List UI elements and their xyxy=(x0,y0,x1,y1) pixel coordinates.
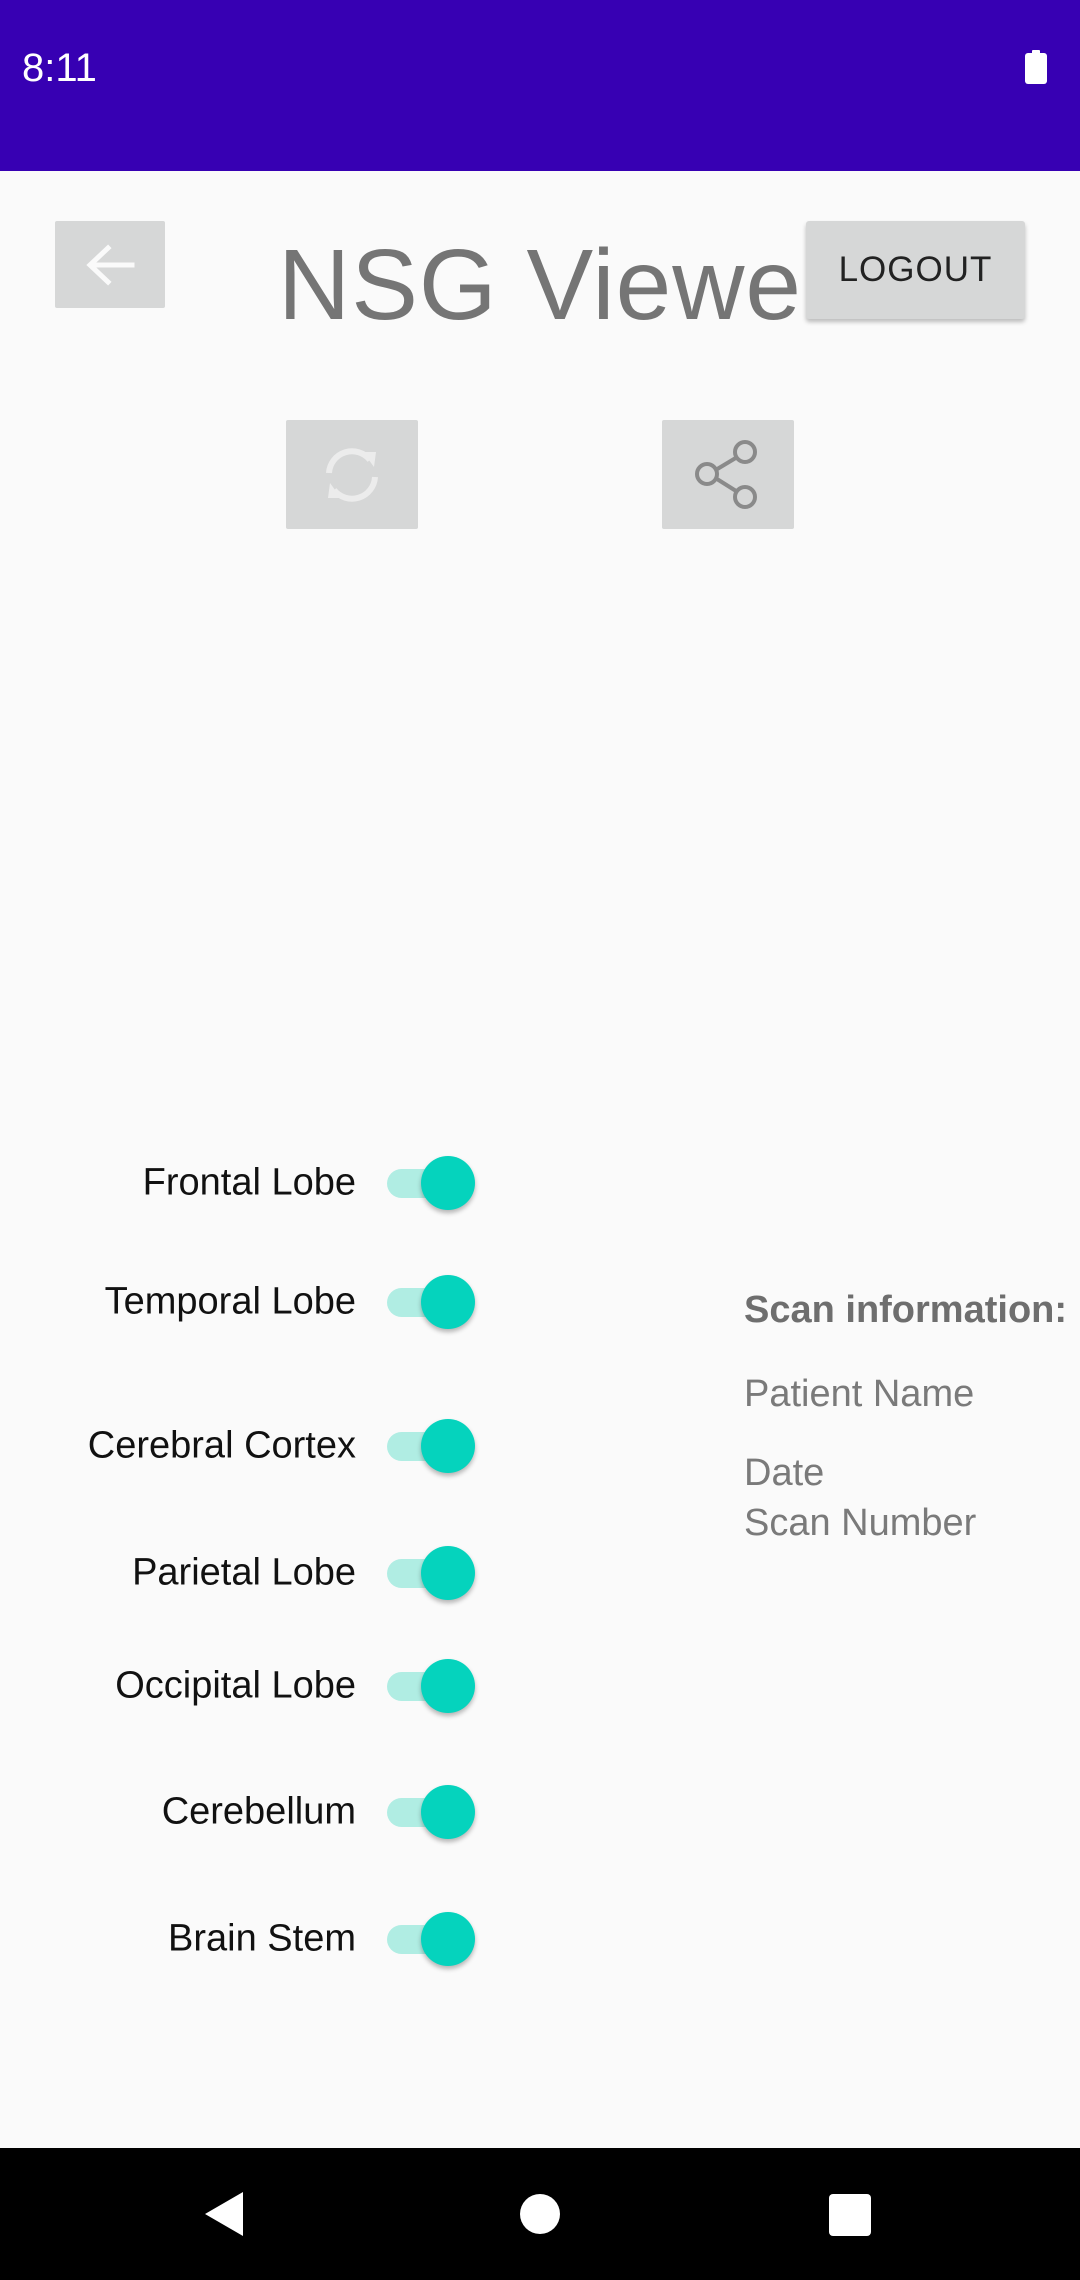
toggle-label: Parietal Lobe xyxy=(132,1551,356,1594)
toggle-row-occipital-lobe: Occipital Lobe xyxy=(0,1651,500,1721)
refresh-icon xyxy=(326,447,378,502)
occipital-lobe-switch[interactable] xyxy=(385,1658,477,1714)
toggle-row-cerebellum: Cerebellum xyxy=(0,1777,500,1847)
brain-stem-switch[interactable] xyxy=(385,1911,477,1967)
toggle-row-parietal-lobe: Parietal Lobe xyxy=(0,1538,500,1608)
page-title: NSG Viewer xyxy=(278,229,837,341)
toggle-label: Brain Stem xyxy=(168,1917,356,1960)
toggle-label: Frontal Lobe xyxy=(142,1161,356,1204)
nav-back-icon[interactable] xyxy=(203,2190,247,2238)
toggle-label: Temporal Lobe xyxy=(104,1280,356,1323)
toggle-row-brain-stem: Brain Stem xyxy=(0,1904,500,1974)
toggle-row-frontal-lobe: Frontal Lobe xyxy=(0,1148,500,1218)
back-button[interactable] xyxy=(55,221,165,308)
temporal-lobe-switch[interactable] xyxy=(385,1274,477,1330)
scan-number-text: Scan Number xyxy=(744,1502,977,1544)
toggle-label: Cerebral Cortex xyxy=(87,1424,356,1467)
nav-recents-icon[interactable] xyxy=(829,2194,871,2236)
frontal-lobe-switch[interactable] xyxy=(385,1155,477,1211)
parietal-lobe-switch[interactable] xyxy=(385,1545,477,1601)
scan-info-heading: Scan information: xyxy=(744,1289,1068,1331)
toggle-row-cerebral-cortex: Cerebral Cortex xyxy=(0,1411,500,1481)
cerebellum-switch[interactable] xyxy=(385,1784,477,1840)
toggle-row-temporal-lobe: Temporal Lobe xyxy=(0,1267,500,1337)
logout-button[interactable]: LOGOUT xyxy=(806,221,1025,319)
navigation-bar xyxy=(0,2148,1080,2280)
status-bar: 8:11 xyxy=(0,0,1080,171)
arrow-left-icon xyxy=(86,243,135,286)
share-button[interactable] xyxy=(662,420,794,529)
battery-icon xyxy=(1025,50,1047,84)
cerebral-cortex-switch[interactable] xyxy=(385,1418,477,1474)
scan-date-text: Date xyxy=(744,1452,825,1494)
refresh-button[interactable] xyxy=(286,420,418,529)
nav-home-icon[interactable] xyxy=(520,2194,560,2234)
patient-name-text: Patient Name xyxy=(744,1373,975,1415)
toggle-label: Occipital Lobe xyxy=(115,1664,356,1707)
share-icon xyxy=(695,439,757,509)
toggle-label: Cerebellum xyxy=(161,1790,356,1833)
status-time: 8:11 xyxy=(22,46,97,90)
